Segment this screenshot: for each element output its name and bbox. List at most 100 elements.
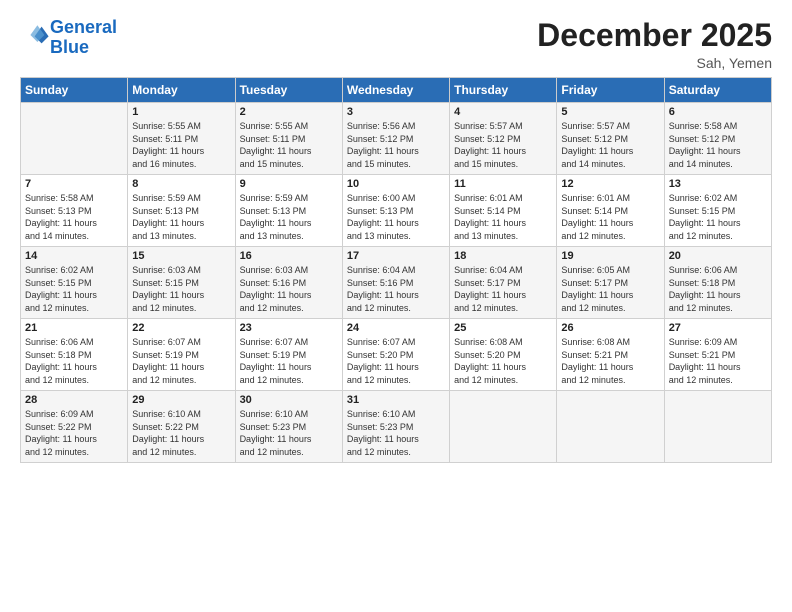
calendar-week-row: 14Sunrise: 6:02 AMSunset: 5:15 PMDayligh… <box>21 247 772 319</box>
daylight-text: Daylight: 11 hours <box>347 361 445 374</box>
daylight-text-cont: and 12 minutes. <box>240 374 338 387</box>
sunset-text: Sunset: 5:20 PM <box>347 349 445 362</box>
calendar-cell: 10Sunrise: 6:00 AMSunset: 5:13 PMDayligh… <box>342 175 449 247</box>
sunrise-text: Sunrise: 5:55 AM <box>240 120 338 133</box>
calendar-cell: 27Sunrise: 6:09 AMSunset: 5:21 PMDayligh… <box>664 319 771 391</box>
weekday-header: Saturday <box>664 78 771 103</box>
sunrise-text: Sunrise: 6:01 AM <box>454 192 552 205</box>
cell-info: Sunrise: 5:58 AMSunset: 5:13 PMDaylight:… <box>25 192 123 242</box>
daylight-text-cont: and 13 minutes. <box>240 230 338 243</box>
day-number: 20 <box>669 250 767 262</box>
day-number: 13 <box>669 178 767 190</box>
day-number: 7 <box>25 178 123 190</box>
sunset-text: Sunset: 5:15 PM <box>25 277 123 290</box>
sunset-text: Sunset: 5:12 PM <box>454 133 552 146</box>
calendar-cell: 18Sunrise: 6:04 AMSunset: 5:17 PMDayligh… <box>450 247 557 319</box>
day-number: 18 <box>454 250 552 262</box>
sunrise-text: Sunrise: 5:55 AM <box>132 120 230 133</box>
cell-info: Sunrise: 5:57 AMSunset: 5:12 PMDaylight:… <box>454 120 552 170</box>
sunset-text: Sunset: 5:17 PM <box>561 277 659 290</box>
calendar-header-row: SundayMondayTuesdayWednesdayThursdayFrid… <box>21 78 772 103</box>
calendar-cell <box>21 103 128 175</box>
daylight-text: Daylight: 11 hours <box>132 433 230 446</box>
day-number: 12 <box>561 178 659 190</box>
cell-info: Sunrise: 5:59 AMSunset: 5:13 PMDaylight:… <box>240 192 338 242</box>
calendar-cell: 24Sunrise: 6:07 AMSunset: 5:20 PMDayligh… <box>342 319 449 391</box>
cell-info: Sunrise: 6:08 AMSunset: 5:21 PMDaylight:… <box>561 336 659 386</box>
daylight-text-cont: and 12 minutes. <box>454 302 552 315</box>
sunrise-text: Sunrise: 5:59 AM <box>132 192 230 205</box>
cell-info: Sunrise: 6:01 AMSunset: 5:14 PMDaylight:… <box>561 192 659 242</box>
sunrise-text: Sunrise: 6:03 AM <box>240 264 338 277</box>
calendar-cell: 13Sunrise: 6:02 AMSunset: 5:15 PMDayligh… <box>664 175 771 247</box>
logo: GeneralBlue <box>20 18 117 58</box>
weekday-header: Tuesday <box>235 78 342 103</box>
cell-info: Sunrise: 6:10 AMSunset: 5:23 PMDaylight:… <box>240 408 338 458</box>
cell-info: Sunrise: 6:09 AMSunset: 5:22 PMDaylight:… <box>25 408 123 458</box>
cell-info: Sunrise: 6:07 AMSunset: 5:19 PMDaylight:… <box>132 336 230 386</box>
sunrise-text: Sunrise: 6:00 AM <box>347 192 445 205</box>
sunset-text: Sunset: 5:17 PM <box>454 277 552 290</box>
calendar-cell: 19Sunrise: 6:05 AMSunset: 5:17 PMDayligh… <box>557 247 664 319</box>
daylight-text: Daylight: 11 hours <box>25 361 123 374</box>
daylight-text: Daylight: 11 hours <box>347 217 445 230</box>
sunrise-text: Sunrise: 6:09 AM <box>25 408 123 421</box>
day-number: 5 <box>561 106 659 118</box>
sunset-text: Sunset: 5:12 PM <box>669 133 767 146</box>
daylight-text: Daylight: 11 hours <box>132 145 230 158</box>
daylight-text-cont: and 13 minutes. <box>132 230 230 243</box>
day-number: 25 <box>454 322 552 334</box>
day-number: 4 <box>454 106 552 118</box>
cell-info: Sunrise: 6:10 AMSunset: 5:23 PMDaylight:… <box>347 408 445 458</box>
cell-info: Sunrise: 6:04 AMSunset: 5:16 PMDaylight:… <box>347 264 445 314</box>
calendar-cell: 5Sunrise: 5:57 AMSunset: 5:12 PMDaylight… <box>557 103 664 175</box>
calendar-cell: 17Sunrise: 6:04 AMSunset: 5:16 PMDayligh… <box>342 247 449 319</box>
calendar-cell: 11Sunrise: 6:01 AMSunset: 5:14 PMDayligh… <box>450 175 557 247</box>
logo-text: GeneralBlue <box>50 18 117 58</box>
sunset-text: Sunset: 5:19 PM <box>240 349 338 362</box>
sunset-text: Sunset: 5:15 PM <box>669 205 767 218</box>
daylight-text: Daylight: 11 hours <box>347 289 445 302</box>
sunset-text: Sunset: 5:18 PM <box>25 349 123 362</box>
daylight-text-cont: and 12 minutes. <box>132 302 230 315</box>
daylight-text: Daylight: 11 hours <box>132 217 230 230</box>
sunrise-text: Sunrise: 6:09 AM <box>669 336 767 349</box>
calendar-cell: 9Sunrise: 5:59 AMSunset: 5:13 PMDaylight… <box>235 175 342 247</box>
cell-info: Sunrise: 6:08 AMSunset: 5:20 PMDaylight:… <box>454 336 552 386</box>
sunrise-text: Sunrise: 6:04 AM <box>347 264 445 277</box>
day-number: 28 <box>25 394 123 406</box>
sunrise-text: Sunrise: 6:03 AM <box>132 264 230 277</box>
sunset-text: Sunset: 5:13 PM <box>240 205 338 218</box>
sunset-text: Sunset: 5:19 PM <box>132 349 230 362</box>
daylight-text-cont: and 12 minutes. <box>561 374 659 387</box>
cell-info: Sunrise: 5:59 AMSunset: 5:13 PMDaylight:… <box>132 192 230 242</box>
daylight-text-cont: and 12 minutes. <box>347 446 445 459</box>
daylight-text-cont: and 12 minutes. <box>132 446 230 459</box>
sunset-text: Sunset: 5:23 PM <box>240 421 338 434</box>
daylight-text: Daylight: 11 hours <box>25 289 123 302</box>
calendar-cell: 12 Sunrise: 6:01 AMSunset: 5:14 PMDayligh… <box>557 175 664 247</box>
daylight-text-cont: and 12 minutes. <box>561 302 659 315</box>
weekday-header: Friday <box>557 78 664 103</box>
daylight-text: Daylight: 11 hours <box>669 361 767 374</box>
daylight-text-cont: and 12 minutes. <box>25 446 123 459</box>
daylight-text-cont: and 14 minutes. <box>25 230 123 243</box>
weekday-header: Wednesday <box>342 78 449 103</box>
calendar-cell: 26Sunrise: 6:08 AMSunset: 5:21 PMDayligh… <box>557 319 664 391</box>
daylight-text: Daylight: 11 hours <box>669 217 767 230</box>
daylight-text: Daylight: 11 hours <box>669 145 767 158</box>
daylight-text: Daylight: 11 hours <box>240 361 338 374</box>
logo-icon <box>22 21 50 49</box>
daylight-text: Daylight: 11 hours <box>454 217 552 230</box>
cell-info: Sunrise: 6:07 AMSunset: 5:19 PMDaylight:… <box>240 336 338 386</box>
daylight-text-cont: and 12 minutes. <box>347 374 445 387</box>
cell-info: Sunrise: 5:55 AMSunset: 5:11 PMDaylight:… <box>132 120 230 170</box>
day-number: 24 <box>347 322 445 334</box>
calendar-cell: 31Sunrise: 6:10 AMSunset: 5:23 PMDayligh… <box>342 391 449 463</box>
sunrise-text: Sunrise: 6:10 AM <box>347 408 445 421</box>
calendar-cell <box>557 391 664 463</box>
daylight-text-cont: and 14 minutes. <box>561 158 659 171</box>
page-header: GeneralBlue December 2025 Sah, Yemen <box>20 18 772 71</box>
daylight-text: Daylight: 11 hours <box>561 289 659 302</box>
sunrise-text: Sunrise: 6:10 AM <box>132 408 230 421</box>
